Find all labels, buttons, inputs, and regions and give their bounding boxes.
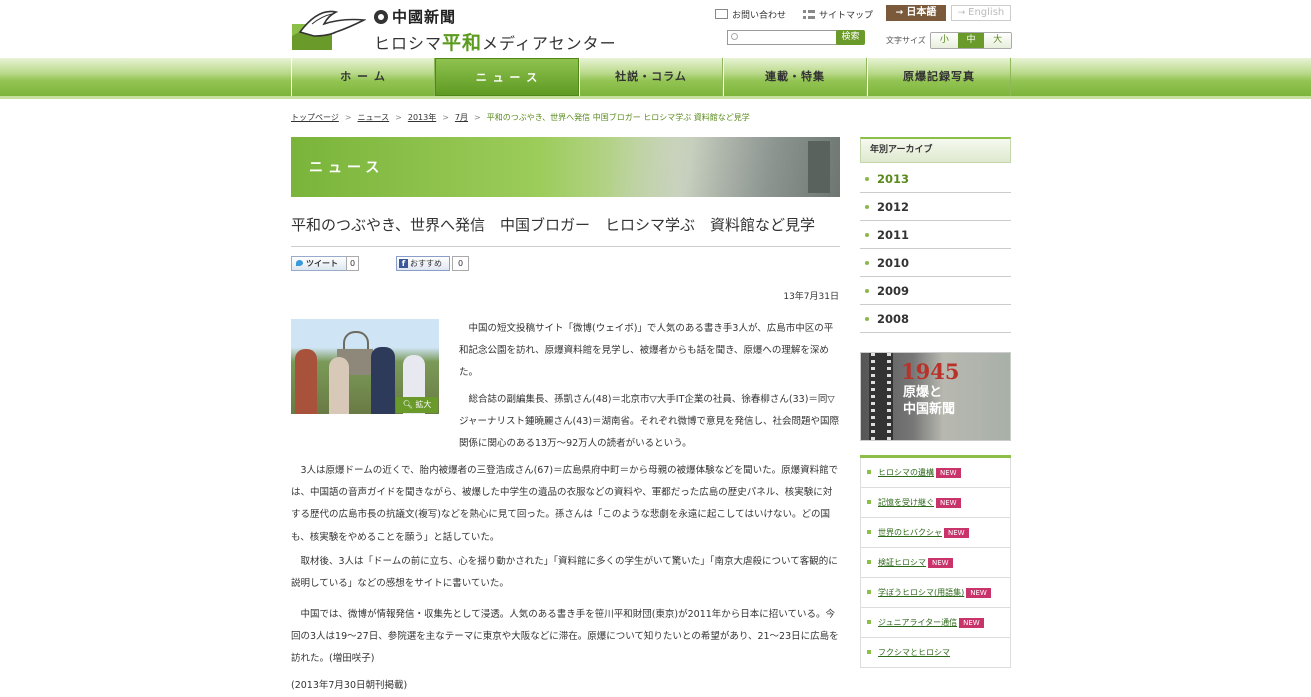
sitemap-icon <box>803 10 815 19</box>
film-strip-icon <box>869 353 893 440</box>
feature-link[interactable]: ヒロシマの遺構 NEW <box>860 458 1011 488</box>
promo-banner-1945[interactable]: 1945 原爆と 中国新聞 <box>860 352 1011 441</box>
archive-year-2010[interactable]: 2010 <box>860 249 1011 277</box>
nav-editorials[interactable]: 社説・コラム <box>579 58 723 96</box>
article-paragraph: 総合誌の副編集長、孫凱さん(48)＝北京市▽大手IT企業の社員、徐春柳さん(33… <box>459 394 840 450</box>
breadcrumb-top[interactable]: トップページ <box>291 113 339 122</box>
article-title: 平和のつぶやき、世界へ発信 中国ブロガー ヒロシマ学ぶ 資料館など見学 <box>291 216 815 234</box>
new-badge: NEW <box>966 588 991 598</box>
breadcrumb: トップページ > ニュース >2013年 >7月 > 平和のつぶやき、世界へ発信 中国ブロガ… <box>291 112 750 123</box>
sitemap-link-label: サイトマップ <box>819 11 874 21</box>
feature-link-label: 学ぼうヒロシマ(用語集) <box>878 588 965 597</box>
feature-link[interactable]: 記憶を受け継ぐ NEW <box>860 488 1011 518</box>
global-nav: ホ ー ム ニ ュ ー ス 社説・コラム 連載・特集 原爆記録写真 <box>291 58 1011 96</box>
breadcrumb-month[interactable]: 7月 <box>455 113 468 122</box>
search-icon <box>731 33 738 40</box>
feature-link[interactable]: フクシマとヒロシマ <box>860 638 1011 668</box>
banner-photo <box>610 137 840 197</box>
feature-link-label: 記憶を受け継ぐ <box>878 498 934 507</box>
new-badge: NEW <box>928 558 953 568</box>
search-button[interactable]: 検索 <box>836 30 865 45</box>
person-shape <box>329 357 349 414</box>
divider <box>291 246 840 247</box>
new-badge: NEW <box>959 618 984 628</box>
font-size-label: 文字サイズ <box>886 36 926 45</box>
archive-heading: 年別アーカイブ <box>860 137 1011 163</box>
newspaper-name: 中國新聞 <box>374 6 456 27</box>
enlarge-label: 拡大 <box>415 400 432 409</box>
enlarge-photo-button[interactable]: 🔍︎ 拡大 <box>396 397 438 413</box>
contact-link-label: お問い合わせ <box>732 11 787 21</box>
font-size-large-button[interactable]: 大 <box>984 33 1011 48</box>
feature-link-label: ヒロシマの遺構 <box>878 468 934 477</box>
article-paragraph: 3人は原爆ドームの近くで、胎内被爆者の三登浩成さん(67)＝広島県府中町＝から母… <box>291 465 839 543</box>
font-size-medium-button[interactable]: 中 <box>957 33 985 48</box>
article-paragraph: 中国の短文投稿サイト「微博(ウェイボ)」で人気のある書き手3人が、広島市中区の平… <box>459 323 834 379</box>
feature-link[interactable]: ジュニアライター通信 NEW <box>860 608 1011 638</box>
sitemap-link[interactable]: サイトマップ <box>803 8 873 21</box>
new-badge: NEW <box>936 498 961 508</box>
nav-atomic-photos[interactable]: 原爆記録写真 <box>867 58 1011 96</box>
archive-year-2011[interactable]: 2011 <box>860 221 1011 249</box>
person-shape <box>295 349 317 414</box>
breadcrumb-news[interactable]: ニュース <box>358 113 390 122</box>
archive-year-2008[interactable]: 2008 <box>860 305 1011 333</box>
article-paragraph: 中国では、微博が情報発信・収集先として浸透。人気のある書き手を笹川平和財団(東京… <box>291 609 839 665</box>
feature-link[interactable]: 世界のヒバクシャ NEW <box>860 518 1011 548</box>
chevron-right-icon: > <box>474 113 481 122</box>
site-name: ヒロシマ平和メディアセンター <box>374 28 617 55</box>
chevron-right-icon: > <box>395 113 402 122</box>
feature-link-label: 検証ヒロシマ <box>878 558 926 567</box>
newspaper-name-text: 中國新聞 <box>392 8 457 26</box>
nav-home[interactable]: ホ ー ム <box>291 58 435 96</box>
feature-link-label: フクシマとヒロシマ <box>878 648 950 657</box>
paper-emblem-icon <box>374 10 388 24</box>
feature-link[interactable]: 検証ヒロシマ NEW <box>860 548 1011 578</box>
year-archive-list: 2013 2012 2011 2010 2009 2008 <box>860 165 1011 333</box>
mail-icon <box>715 9 728 19</box>
nav-news[interactable]: ニ ュ ー ス <box>435 58 579 96</box>
breadcrumb-current: 平和のつぶやき、世界へ発信 中国ブロガー ヒロシマ学ぶ 資料館など見学 <box>486 113 750 122</box>
tweet-button[interactable]: ツイート <box>291 256 347 271</box>
facebook-like-count: 0 <box>452 256 469 271</box>
article-paragraph: 取材後、3人は「ドームの前に立ち、心を揺り動かされた」「資料館に多くの学生がいて… <box>291 556 838 590</box>
lang-japanese-button[interactable]: 日本語 <box>886 5 946 21</box>
feature-link-label: 世界のヒバクシャ <box>878 528 942 537</box>
font-size-selector: 小 中 大 <box>930 32 1012 49</box>
nav-series[interactable]: 連載・特集 <box>723 58 867 96</box>
new-badge: NEW <box>944 528 969 538</box>
archive-year-2013[interactable]: 2013 <box>860 165 1011 193</box>
section-title: ニュース <box>309 160 385 176</box>
archive-year-2009[interactable]: 2009 <box>860 277 1011 305</box>
site-name-highlight: 平和 <box>442 32 483 54</box>
feature-link-list: ヒロシマの遺構 NEW 記憶を受け継ぐ NEW 世界のヒバクシャ NEW 検証ヒロシマ… <box>860 455 1011 668</box>
facebook-like-button[interactable]: おすすめ <box>396 256 450 271</box>
site-logo[interactable]: 中國新聞 ヒロシマ平和メディアセンター <box>292 4 622 54</box>
search-input[interactable] <box>727 30 851 45</box>
article-date: 13年7月31日 <box>783 292 839 302</box>
tweet-count: 0 <box>346 256 359 271</box>
person-shape <box>371 347 395 414</box>
font-size-small-button[interactable]: 小 <box>931 33 958 48</box>
promo-title-line2: 中国新聞 <box>903 402 956 417</box>
chevron-right-icon: > <box>442 113 449 122</box>
breadcrumb-year[interactable]: 2013年 <box>408 113 436 122</box>
lang-english-button[interactable]: English <box>951 5 1011 21</box>
article-source-note: (2013年7月30日朝刊掲載) <box>291 680 408 691</box>
feature-link-label: ジュニアライター通信 <box>878 618 958 627</box>
contact-link[interactable]: お問い合わせ <box>715 8 786 21</box>
site-name-prefix: ヒロシマ <box>374 34 443 53</box>
chevron-right-icon: > <box>344 113 352 122</box>
archive-year-2012[interactable]: 2012 <box>860 193 1011 221</box>
feature-link[interactable]: 学ぼうヒロシマ(用語集) NEW <box>860 578 1011 608</box>
site-name-suffix: メディアセンター <box>482 34 617 53</box>
section-banner: ニュース <box>291 137 840 197</box>
dove-logo-icon <box>292 10 366 50</box>
new-badge: NEW <box>936 468 961 478</box>
